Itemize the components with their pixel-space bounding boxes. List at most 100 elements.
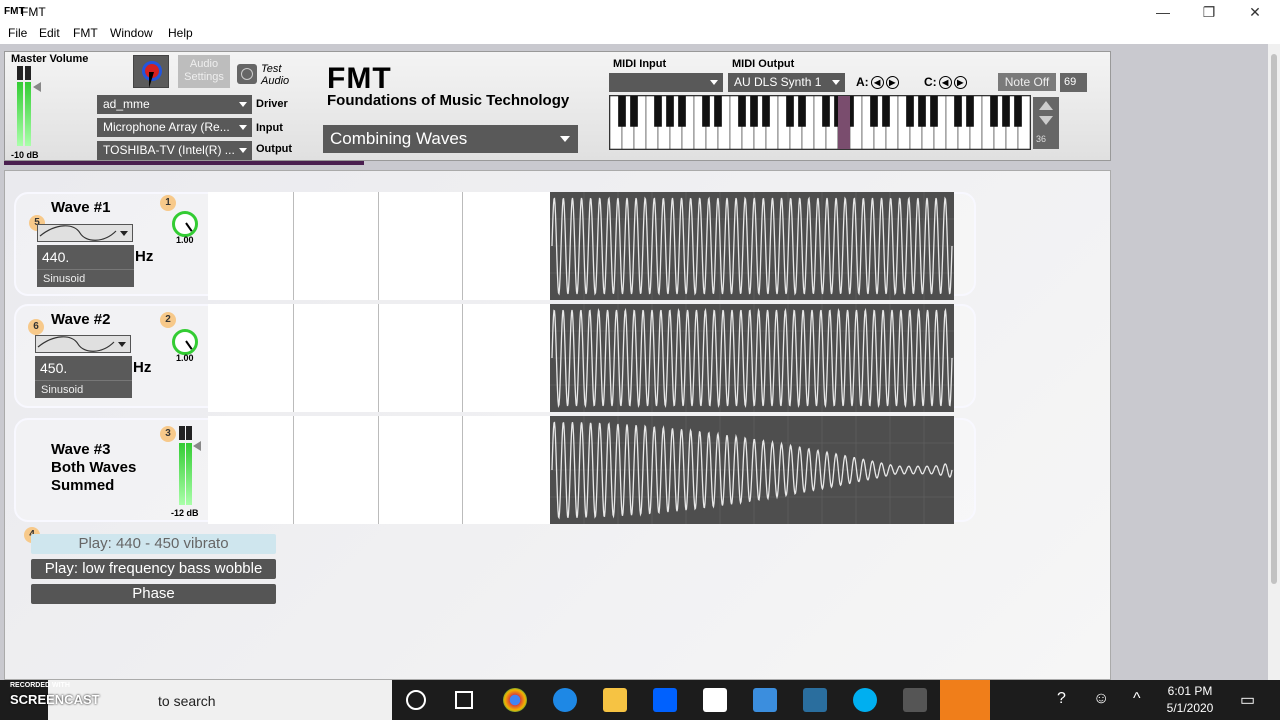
midi-input-label: MIDI Input (613, 58, 667, 70)
black-key[interactable] (990, 96, 998, 127)
close-button[interactable]: ✕ (1232, 0, 1278, 24)
minimize-button[interactable]: — (1140, 0, 1186, 24)
master-volume-db: -10 dB (11, 150, 39, 160)
wave1-spectrum (208, 192, 550, 300)
wave2-gain-knob[interactable] (172, 329, 198, 355)
piano-keys[interactable] (609, 95, 1031, 150)
wave2-shape-dropdown[interactable] (35, 335, 131, 353)
menu-edit[interactable]: Edit (39, 26, 60, 40)
black-key[interactable] (666, 96, 674, 127)
black-key[interactable] (786, 96, 794, 127)
wave3-volume-slider[interactable] (193, 441, 201, 451)
help-icon[interactable]: ? (1057, 690, 1066, 708)
black-key[interactable] (762, 96, 770, 127)
highlighted-key[interactable] (838, 96, 850, 149)
arrow-down-icon[interactable] (1039, 116, 1053, 125)
master-volume-label: Master Volume (11, 53, 89, 65)
wave1-gain-knob[interactable] (172, 211, 198, 237)
wave3-oscilloscope (550, 416, 954, 524)
black-key[interactable] (654, 96, 662, 127)
restore-button[interactable]: ❐ (1186, 0, 1232, 24)
note-off-button[interactable]: Note Off (998, 73, 1056, 91)
menu-help[interactable]: Help (168, 26, 193, 40)
wave1-hz-label: Hz (135, 248, 154, 265)
decrement-icon[interactable]: ◀ (938, 76, 952, 90)
arrow-up-icon[interactable] (1039, 101, 1053, 110)
output-dropdown[interactable]: TOSHIBA-TV (Intel(R) ... (97, 141, 252, 160)
fmt-taskbar-icon[interactable] (903, 688, 927, 712)
black-key[interactable] (870, 96, 878, 127)
wave3-title-line3: Summed (51, 477, 115, 494)
dropbox-icon[interactable] (653, 688, 677, 712)
title-bar: FMT FMT — ❐ ✕ (0, 0, 1280, 24)
black-key[interactable] (966, 96, 974, 127)
black-key[interactable] (882, 96, 890, 127)
black-key[interactable] (630, 96, 638, 127)
driver-dropdown[interactable]: ad_mme (97, 95, 252, 114)
black-key[interactable] (918, 96, 926, 127)
midi-input-dropdown[interactable] (609, 73, 723, 92)
wave1-frequency-input[interactable]: 440. (37, 245, 134, 269)
octave-stepper[interactable]: 36 (1033, 97, 1059, 149)
screencast-taskbar-button[interactable] (940, 680, 990, 720)
badge-2: 2 (160, 312, 176, 328)
taskbar-clock[interactable]: 6:01 PM 5/1/2020 (1160, 683, 1220, 717)
chrome-icon[interactable] (503, 688, 527, 712)
black-key[interactable] (618, 96, 626, 127)
preset-phase-button[interactable]: Phase (31, 584, 276, 604)
task-view-icon[interactable] (455, 691, 473, 709)
header-accent-strip (4, 161, 364, 165)
file-explorer-icon[interactable] (603, 688, 627, 712)
black-key[interactable] (906, 96, 914, 127)
window-title: FMT (21, 5, 46, 19)
black-key[interactable] (678, 96, 686, 127)
black-key[interactable] (822, 96, 830, 127)
increment-icon[interactable]: ▶ (953, 76, 967, 90)
wave3-meter-left (179, 443, 185, 505)
test-audio-label: Test Audio (261, 63, 290, 87)
cortana-icon[interactable] (406, 690, 426, 710)
black-key[interactable] (714, 96, 722, 127)
menu-window[interactable]: Window (110, 26, 153, 40)
app-subtitle: Foundations of Music Technology (327, 92, 570, 109)
black-key[interactable] (798, 96, 806, 127)
menu-file[interactable]: File (8, 26, 27, 40)
black-key[interactable] (702, 96, 710, 127)
test-audio-toggle[interactable] (237, 64, 257, 84)
piano-keyboard[interactable] (609, 95, 1031, 150)
taskbar: to search (0, 680, 1280, 720)
chevron-up-icon[interactable]: ^ (1133, 690, 1141, 708)
wave2-frequency-input[interactable]: 450. (35, 356, 132, 380)
black-key[interactable] (954, 96, 962, 127)
app-logo-text: FMT (327, 62, 392, 95)
input-dropdown[interactable]: Microphone Array (Re... (97, 118, 252, 137)
vertical-scrollbar[interactable] (1268, 44, 1280, 680)
people-icon[interactable]: ☺ (1093, 690, 1109, 708)
edge-icon[interactable] (553, 688, 577, 712)
midi-output-dropdown[interactable]: AU DLS Synth 1 (728, 73, 845, 92)
increment-icon[interactable]: ▶ (885, 76, 899, 90)
decrement-icon[interactable]: ◀ (870, 76, 884, 90)
menu-fmt[interactable]: FMT (73, 26, 98, 40)
skype-icon[interactable] (853, 688, 877, 712)
black-key[interactable] (1014, 96, 1022, 127)
mouse-cursor-icon (149, 72, 159, 88)
preset-bass-wobble-button[interactable]: Play: low frequency bass wobble (31, 559, 276, 579)
wave1-shape-dropdown[interactable] (37, 224, 133, 242)
audio-settings-button[interactable]: Audio Settings (178, 55, 230, 88)
master-volume-slider[interactable] (33, 82, 41, 92)
topic-dropdown[interactable]: Combining Waves (323, 125, 578, 153)
amazon-icon[interactable] (703, 688, 727, 712)
chevron-down-icon (832, 80, 840, 85)
scrollbar-thumb[interactable] (1271, 54, 1277, 584)
app-icon[interactable] (803, 688, 827, 712)
black-key[interactable] (930, 96, 938, 127)
black-key[interactable] (750, 96, 758, 127)
black-key[interactable] (1002, 96, 1010, 127)
chevron-down-icon (118, 342, 126, 347)
notifications-icon[interactable]: ▭ (1240, 690, 1255, 710)
preset-vibrato-button[interactable]: Play: 440 - 450 vibrato (31, 534, 276, 554)
black-key[interactable] (738, 96, 746, 127)
screencast-brand: SCREENCAST (10, 692, 100, 707)
mail-icon[interactable] (753, 688, 777, 712)
